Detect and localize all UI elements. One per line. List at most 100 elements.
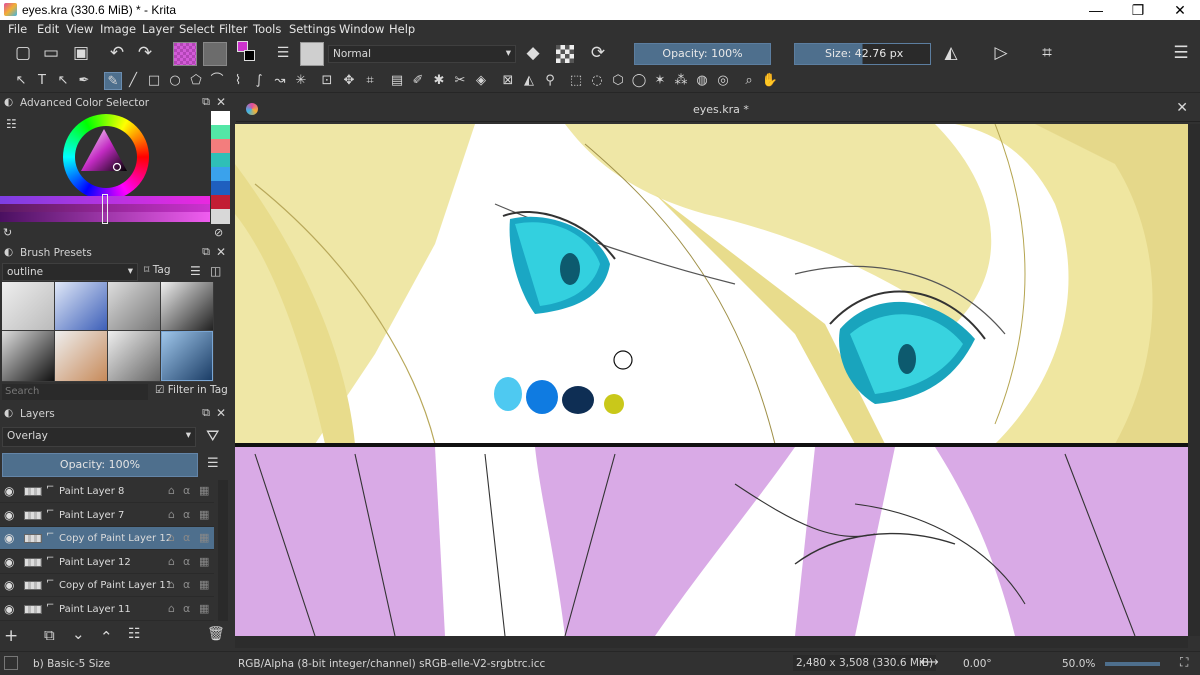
alpha-inherit-icon[interactable]: α bbox=[183, 508, 190, 521]
zoom-value[interactable]: 50.0% bbox=[1062, 658, 1095, 670]
menu-view[interactable]: View bbox=[66, 22, 93, 36]
menu-settings[interactable]: Settings bbox=[289, 22, 336, 36]
fullscreen-icon[interactable]: ⛶ bbox=[1180, 655, 1188, 670]
no-color-icon[interactable]: ⊘ bbox=[214, 226, 223, 239]
brush-preset-soft[interactable] bbox=[108, 331, 160, 381]
mirror-vertical-icon[interactable]: ▷ bbox=[990, 42, 1012, 64]
text-tool-icon[interactable]: T bbox=[33, 72, 51, 90]
alpha-lock-icon[interactable]: ▦ bbox=[199, 555, 209, 568]
freehand-select-icon[interactable]: ◯ bbox=[630, 72, 648, 90]
close-docker-icon[interactable]: ✕ bbox=[216, 406, 226, 420]
visibility-eye-icon[interactable]: ◉ bbox=[4, 508, 14, 522]
alpha-lock-icon[interactable]: ▦ bbox=[199, 531, 209, 544]
brush-preset-pen[interactable] bbox=[2, 331, 54, 381]
view-mode-icon[interactable]: ☰ bbox=[190, 264, 201, 278]
layer-opacity-slider[interactable]: Opacity: 100% bbox=[2, 453, 198, 477]
color-swatch[interactable] bbox=[211, 181, 230, 196]
edit-shapes-icon[interactable]: ↖ bbox=[54, 72, 72, 90]
new-document-icon[interactable]: ▢ bbox=[12, 42, 34, 64]
contiguous-select-icon[interactable]: ✶ bbox=[651, 72, 669, 90]
layer-blend-mode-select[interactable]: Overlay ▾ bbox=[2, 427, 196, 447]
storage-icon[interactable]: ◫ bbox=[210, 264, 221, 278]
layer-row[interactable]: ◉ ⌐ Paint Layer 8 ⌂ α ▦ bbox=[0, 480, 214, 503]
brush-settings-icon[interactable]: ☰ bbox=[272, 42, 294, 64]
menu-image[interactable]: Image bbox=[100, 22, 136, 36]
menu-help[interactable]: Help bbox=[389, 22, 415, 36]
similar-select-icon[interactable]: ⁂ bbox=[672, 72, 690, 90]
layer-list-scrollbar[interactable] bbox=[218, 480, 228, 621]
filter-in-tag-checkbox[interactable]: ☑ Filter in Tag bbox=[155, 384, 228, 396]
delete-layer-icon[interactable]: 🗑 bbox=[207, 626, 225, 642]
multibrush-icon[interactable]: ✳ bbox=[292, 72, 310, 90]
alpha-inherit-icon[interactable]: α bbox=[183, 531, 190, 544]
color-swatch[interactable] bbox=[211, 153, 230, 168]
reload-preset-icon[interactable]: ⟳ bbox=[587, 42, 609, 64]
pattern-preset-icon[interactable] bbox=[203, 42, 227, 66]
brush-preset-eraser[interactable] bbox=[2, 282, 54, 330]
menu-file[interactable]: File bbox=[8, 22, 27, 36]
gradient-preset-icon[interactable] bbox=[173, 42, 197, 66]
layer-row[interactable]: ◉ ⌐ Paint Layer 11 ⌂ α ▦ bbox=[0, 598, 214, 621]
color-swatch[interactable] bbox=[211, 139, 230, 154]
close-docker-icon[interactable]: ✕ bbox=[216, 95, 226, 109]
brush-preset-ink[interactable] bbox=[161, 282, 213, 330]
rect-select-icon[interactable]: ⬚ bbox=[567, 72, 585, 90]
color-swatch[interactable] bbox=[211, 167, 230, 182]
fill-tool-icon[interactable]: ◈ bbox=[472, 72, 490, 90]
image-dimensions[interactable]: 2,480 x 3,508 (330.6 MiB) bbox=[793, 655, 937, 671]
sv-triangle[interactable] bbox=[63, 114, 149, 200]
layer-properties-icon[interactable]: ☷ bbox=[128, 626, 141, 642]
pin-icon[interactable]: ⚲ bbox=[541, 72, 559, 90]
close-document-icon[interactable]: ✕ bbox=[1176, 100, 1188, 116]
layer-options-icon[interactable]: ☰ bbox=[207, 456, 219, 471]
color-picker-icon[interactable]: ✐ bbox=[409, 72, 427, 90]
alpha-inherit-icon[interactable]: α bbox=[183, 602, 190, 615]
refresh-icon[interactable]: ↻ bbox=[3, 226, 12, 239]
rotation-value[interactable]: 0.00° bbox=[963, 658, 992, 670]
lock-icon[interactable]: ⌂ bbox=[168, 484, 175, 497]
zoom-slider[interactable] bbox=[1105, 662, 1160, 666]
close-window-button[interactable]: ✕ bbox=[1160, 0, 1200, 20]
rectangle-tool-icon[interactable]: □ bbox=[145, 72, 163, 90]
bezier-select-icon[interactable]: ◍ bbox=[693, 72, 711, 90]
menu-filter[interactable]: Filter bbox=[219, 22, 247, 36]
add-layer-icon[interactable]: + bbox=[4, 626, 18, 646]
color-swatch[interactable] bbox=[211, 195, 230, 210]
alpha-inherit-icon[interactable]: α bbox=[183, 578, 190, 591]
alpha-lock-icon[interactable]: ▦ bbox=[199, 578, 209, 591]
freehand-path-icon[interactable]: ∫ bbox=[250, 72, 268, 90]
move-tool-icon[interactable]: ✥ bbox=[340, 72, 358, 90]
tag-select[interactable]: outline ▾ bbox=[2, 263, 138, 281]
visibility-eye-icon[interactable]: ◉ bbox=[4, 578, 14, 592]
calligraphy-icon[interactable]: ✒ bbox=[75, 72, 93, 90]
settings-menu-icon[interactable]: ☰ bbox=[1170, 42, 1192, 64]
magnetic-select-icon[interactable]: ◎ bbox=[714, 72, 732, 90]
alpha-inherit-icon[interactable]: α bbox=[183, 555, 190, 568]
brush-preset-icon[interactable] bbox=[300, 42, 324, 66]
brush-preset-pencil[interactable] bbox=[55, 331, 107, 381]
brush-preset-marker[interactable] bbox=[55, 282, 107, 330]
lock-icon[interactable]: ⌂ bbox=[168, 508, 175, 521]
float-docker-icon[interactable]: ⧉ bbox=[202, 406, 210, 420]
polygon-tool-icon[interactable]: ⬠ bbox=[187, 72, 205, 90]
polygon-select-icon[interactable]: ⬡ bbox=[609, 72, 627, 90]
line-tool-icon[interactable]: ╱ bbox=[124, 72, 142, 90]
brush-preset-selected[interactable] bbox=[161, 331, 213, 381]
mirror-horizontal-icon[interactable]: ◭ bbox=[940, 42, 962, 64]
menu-edit[interactable]: Edit bbox=[37, 22, 59, 36]
freehand-brush-icon[interactable]: ✎ bbox=[104, 72, 122, 90]
float-docker-icon[interactable]: ⧉ bbox=[202, 245, 210, 259]
open-folder-icon[interactable]: ▭ bbox=[40, 42, 62, 64]
alpha-lock-icon[interactable]: ▦ bbox=[199, 484, 209, 497]
move-layer-down-icon[interactable]: ⌄ bbox=[72, 625, 85, 643]
document-tab-title[interactable]: eyes.kra * bbox=[693, 103, 749, 116]
menu-tools[interactable]: Tools bbox=[253, 22, 281, 36]
opacity-slider[interactable]: Opacity: 100% bbox=[634, 43, 771, 65]
filter-icon[interactable]: ⛛ bbox=[206, 426, 219, 446]
layer-row[interactable]: ◉ ⌐ Copy of Paint Layer 11 ⌂ α ▦ bbox=[0, 574, 214, 597]
color-swatch[interactable] bbox=[211, 209, 230, 224]
visibility-eye-icon[interactable]: ◉ bbox=[4, 484, 14, 498]
brush-preset-airbrush[interactable] bbox=[108, 282, 160, 330]
reference-images-icon[interactable]: ⊠ bbox=[499, 72, 517, 90]
menu-select[interactable]: Select bbox=[179, 22, 214, 36]
